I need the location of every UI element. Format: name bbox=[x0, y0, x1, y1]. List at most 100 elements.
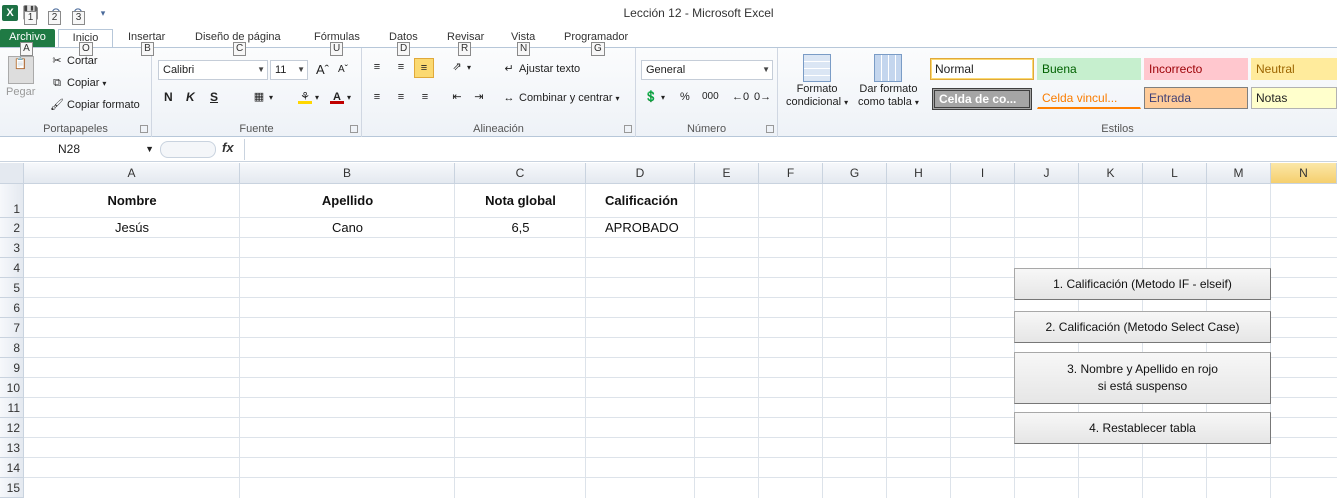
borders-button[interactable]: ▦ ▾ bbox=[252, 90, 273, 104]
align-bottom-icon: ≡ bbox=[420, 62, 428, 74]
style-celda-vinculada[interactable]: Celda vincul... bbox=[1037, 87, 1141, 109]
column-header-b[interactable]: B bbox=[240, 163, 455, 184]
column-header-m[interactable]: M bbox=[1207, 163, 1271, 184]
number-format-combo[interactable]: General ▼ bbox=[641, 60, 773, 80]
select-all-corner[interactable] bbox=[0, 163, 24, 184]
dialog-launcher-icon[interactable] bbox=[624, 125, 632, 133]
style-neutral[interactable]: Neutral bbox=[1251, 58, 1337, 80]
style-label: Buena bbox=[1042, 62, 1077, 76]
column-header-a[interactable]: A bbox=[24, 163, 240, 184]
thousands-button[interactable]: 000 bbox=[702, 91, 719, 102]
wrap-text-button[interactable]: ↵ Ajustar texto bbox=[502, 62, 580, 76]
row-header-11[interactable]: 11 bbox=[0, 398, 24, 418]
conditional-format-label-text: condicional bbox=[786, 96, 842, 108]
insert-function-icon[interactable]: fx bbox=[222, 140, 234, 155]
row-header-14[interactable]: 14 bbox=[0, 458, 24, 478]
calificacion-if-button[interactable]: 1. Calificación (Metodo IF - elseif) bbox=[1014, 268, 1271, 300]
row-header-5[interactable]: 5 bbox=[0, 278, 24, 298]
row-header-8[interactable]: 8 bbox=[0, 338, 24, 358]
align-top-button[interactable]: ≡ bbox=[370, 60, 384, 74]
decrease-indent-button[interactable]: ⇤ bbox=[450, 90, 464, 104]
cell-a1[interactable]: Nombre bbox=[24, 191, 240, 211]
row-header-6[interactable]: 6 bbox=[0, 298, 24, 318]
style-notas[interactable]: Notas bbox=[1251, 87, 1337, 109]
style-entrada[interactable]: Entrada bbox=[1144, 87, 1248, 109]
font-name-combo[interactable]: Calibri ▼ bbox=[158, 60, 268, 80]
paste-button[interactable]: 📋 Pegar bbox=[6, 56, 35, 98]
column-header-d[interactable]: D bbox=[586, 163, 695, 184]
style-celda-comprobacion[interactable]: Celda de co... bbox=[932, 88, 1032, 110]
cell-b2[interactable]: Cano bbox=[240, 218, 455, 238]
cell-b1[interactable]: Apellido bbox=[240, 191, 455, 211]
dialog-launcher-icon[interactable] bbox=[766, 125, 774, 133]
copy-button[interactable]: ⧉ Copiar ▾ bbox=[50, 76, 106, 90]
currency-button[interactable]: 💲 ▾ bbox=[644, 90, 665, 104]
column-header-c[interactable]: C bbox=[455, 163, 586, 184]
row-header-12[interactable]: 12 bbox=[0, 418, 24, 438]
row-header-13[interactable]: 13 bbox=[0, 438, 24, 458]
column-header-n[interactable]: N bbox=[1271, 163, 1337, 184]
column-header-i[interactable]: I bbox=[951, 163, 1015, 184]
align-middle-button[interactable]: ≡ bbox=[394, 60, 408, 74]
fill-color-button[interactable]: ⚘ ▾ bbox=[298, 90, 319, 104]
bold-button[interactable]: N bbox=[164, 90, 173, 104]
conditional-format-button[interactable]: Formato condicional ▾ bbox=[786, 54, 848, 109]
cell-d1[interactable]: Calificación bbox=[605, 191, 678, 211]
row-header-15[interactable]: 15 bbox=[0, 478, 24, 498]
column-header-f[interactable]: F bbox=[759, 163, 823, 184]
increase-decimal-button[interactable]: ←0 bbox=[732, 90, 749, 104]
cell-c2[interactable]: 6,5 bbox=[455, 218, 586, 238]
ribbon-tabs: Archivo A Inicio O Insertar B Diseño de … bbox=[0, 26, 1337, 56]
dialog-launcher-icon[interactable] bbox=[140, 125, 148, 133]
column-header-j[interactable]: J bbox=[1015, 163, 1079, 184]
formula-input[interactable] bbox=[244, 139, 1337, 160]
row-header-7[interactable]: 7 bbox=[0, 318, 24, 338]
grow-font-button[interactable]: Aˆ bbox=[316, 62, 329, 77]
orientation-button[interactable]: ⇗ ▾ bbox=[450, 60, 471, 74]
cell-c1[interactable]: Nota global bbox=[455, 191, 586, 211]
cell-d2[interactable]: APROBADO bbox=[605, 218, 679, 238]
align-center-button[interactable]: ≡ bbox=[394, 90, 408, 104]
column-header-k[interactable]: K bbox=[1079, 163, 1143, 184]
worksheet-grid[interactable]: A B C D E F G H I J K L M N 1 2 3 4 5 6 … bbox=[0, 163, 1337, 498]
row-header-1[interactable]: 1 bbox=[0, 184, 24, 218]
column-header-e[interactable]: E bbox=[695, 163, 759, 184]
shrink-font-button[interactable]: Aˇ bbox=[338, 64, 348, 75]
align-right-button[interactable]: ≡ bbox=[418, 90, 432, 104]
title-bar: X 💾1 ↶2 ↷3 ▾ Lección 12 - Microsoft Exce… bbox=[0, 0, 1337, 26]
formula-splitter[interactable] bbox=[160, 141, 216, 158]
calificacion-select-case-button[interactable]: 2. Calificación (Metodo Select Case) bbox=[1014, 311, 1271, 343]
keytip: O bbox=[79, 42, 93, 56]
underline-label: S bbox=[210, 90, 219, 104]
row-header-4[interactable]: 4 bbox=[0, 258, 24, 278]
row-header-3[interactable]: 3 bbox=[0, 238, 24, 258]
row-header-10[interactable]: 10 bbox=[0, 378, 24, 398]
cell-a2[interactable]: Jesús bbox=[24, 218, 240, 238]
font-size-combo[interactable]: 11 ▼ bbox=[270, 60, 308, 80]
percent-button[interactable]: % bbox=[680, 91, 690, 103]
column-header-h[interactable]: H bbox=[887, 163, 951, 184]
dialog-launcher-icon[interactable] bbox=[350, 125, 358, 133]
row-header-9[interactable]: 9 bbox=[0, 358, 24, 378]
row-header-2[interactable]: 2 bbox=[0, 218, 24, 238]
align-bottom-button[interactable]: ≡ bbox=[414, 58, 434, 78]
align-left-button[interactable]: ≡ bbox=[370, 90, 384, 104]
column-header-l[interactable]: L bbox=[1143, 163, 1207, 184]
style-buena[interactable]: Buena bbox=[1037, 58, 1141, 80]
underline-button[interactable]: S bbox=[210, 90, 218, 104]
column-header-g[interactable]: G bbox=[823, 163, 887, 184]
name-box[interactable]: N28 ▼ bbox=[0, 139, 158, 159]
cut-button[interactable]: ✂ Cortar bbox=[50, 54, 97, 68]
font-color-button[interactable]: A ▾ bbox=[330, 90, 351, 104]
increase-indent-button[interactable]: ⇥ bbox=[472, 90, 486, 104]
style-normal[interactable]: Normal bbox=[930, 58, 1034, 80]
italic-button[interactable]: K bbox=[186, 90, 195, 104]
style-incorrecto[interactable]: Incorrecto bbox=[1144, 58, 1248, 80]
decrease-decimal-button[interactable]: 0→ bbox=[754, 90, 771, 104]
keytip: 2 bbox=[48, 11, 61, 25]
merge-center-button[interactable]: ↔ Combinar y centrar ▾ bbox=[502, 91, 620, 105]
format-as-table-button[interactable]: Dar formato como tabla ▾ bbox=[858, 54, 919, 109]
nombre-apellido-rojo-button[interactable]: 3. Nombre y Apellido en rojo si está sus… bbox=[1014, 352, 1271, 404]
format-painter-button[interactable]: 🖌 Copiar formato bbox=[50, 98, 140, 112]
restablecer-tabla-button[interactable]: 4. Restablecer tabla bbox=[1014, 412, 1271, 444]
